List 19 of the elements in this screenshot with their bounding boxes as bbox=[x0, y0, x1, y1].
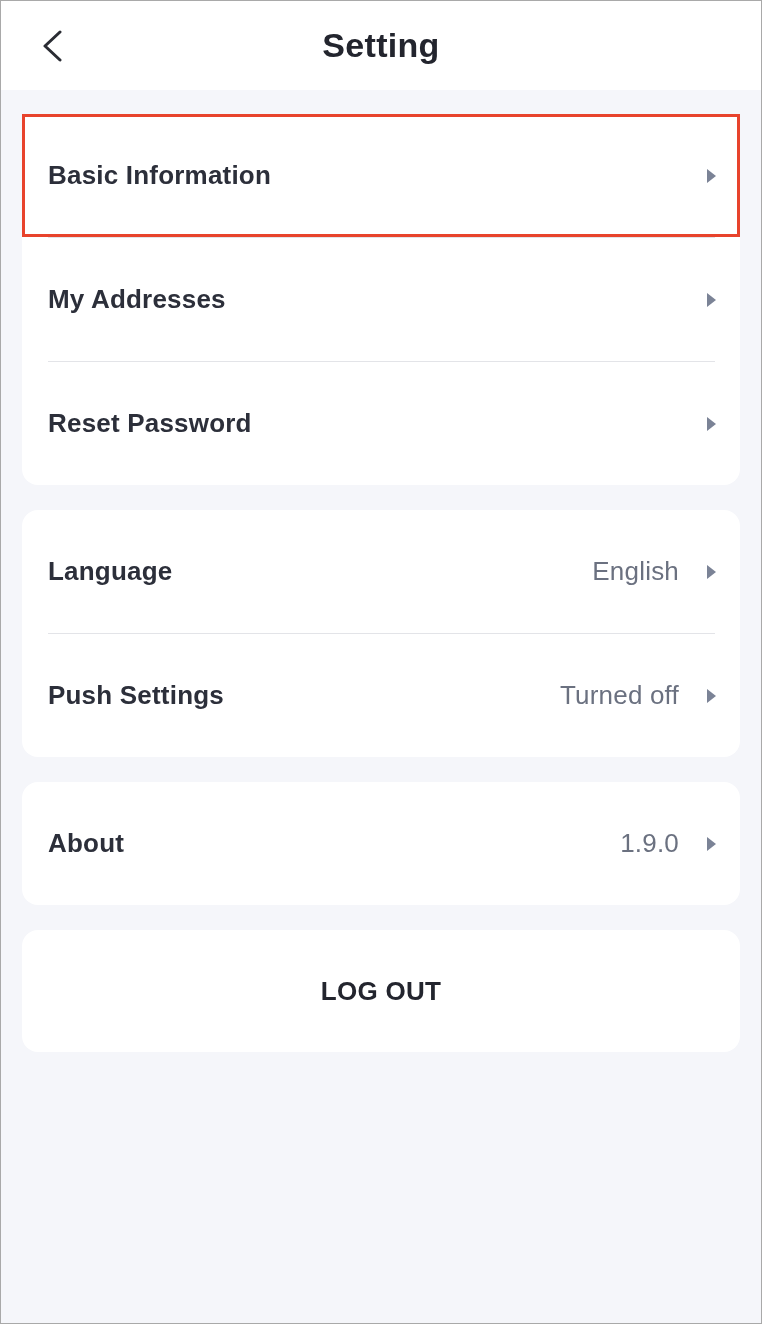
caret-right-icon bbox=[707, 168, 716, 183]
page-title: Setting bbox=[322, 26, 440, 65]
settings-row[interactable]: About 1.9.0 bbox=[22, 782, 740, 905]
settings-row[interactable]: My Addresses bbox=[22, 238, 740, 361]
caret-right-icon bbox=[707, 416, 716, 431]
settings-row[interactable]: Reset Password bbox=[22, 362, 740, 485]
caret-right-icon bbox=[707, 836, 716, 851]
setting-value: 1.9.0 bbox=[620, 828, 679, 859]
setting-value: English bbox=[592, 556, 679, 587]
caret-right-icon bbox=[707, 564, 716, 579]
logout-button[interactable]: LOG OUT bbox=[22, 930, 740, 1052]
caret-right-icon bbox=[707, 688, 716, 703]
setting-value: Turned off bbox=[559, 680, 679, 711]
settings-row[interactable]: Push Settings Turned off bbox=[22, 634, 740, 757]
chevron-left-icon bbox=[41, 29, 63, 62]
back-button[interactable] bbox=[41, 29, 63, 62]
settings-row[interactable]: Language English bbox=[22, 510, 740, 633]
caret-right-icon bbox=[707, 292, 716, 307]
settings-row[interactable]: Basic Information bbox=[22, 114, 740, 237]
